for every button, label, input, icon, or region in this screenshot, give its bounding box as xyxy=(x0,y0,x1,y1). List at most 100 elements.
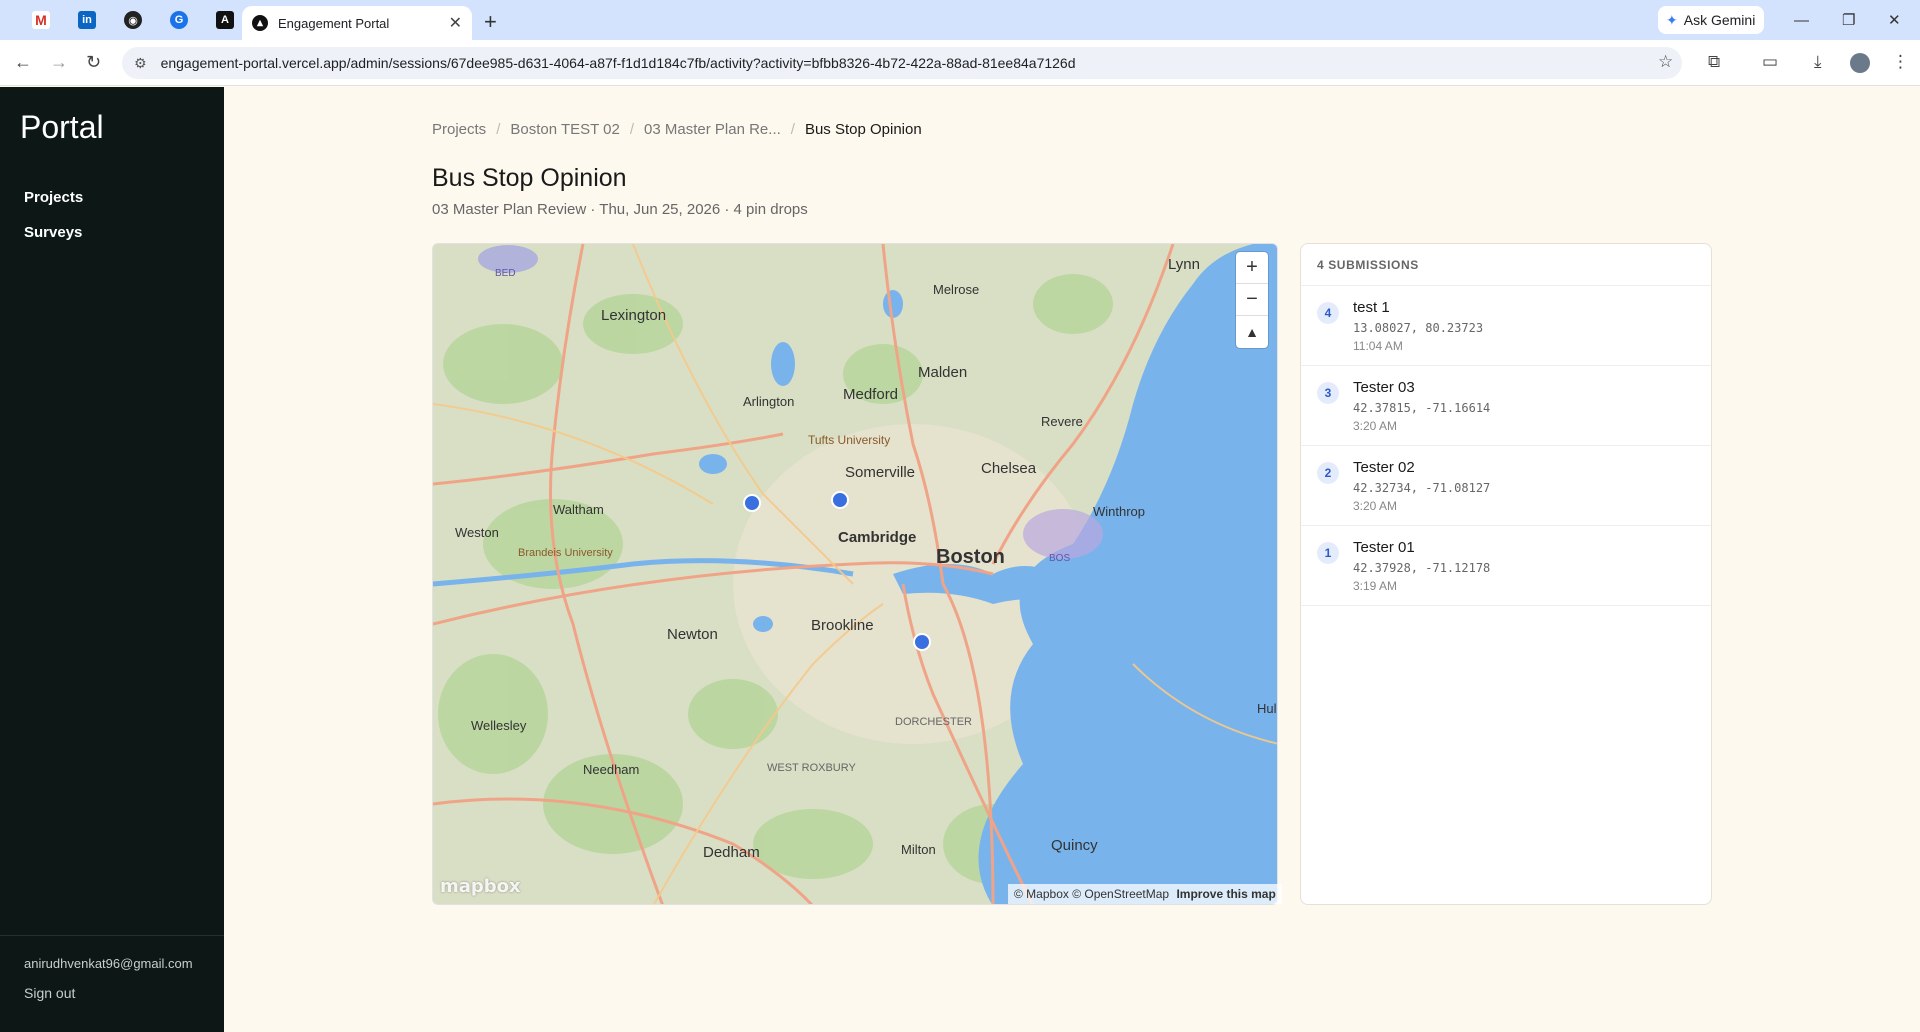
submission-number: 1 xyxy=(1317,542,1339,564)
mapbox-logo[interactable]: mapbox xyxy=(440,876,521,897)
submission-time: 11:04 AM xyxy=(1353,339,1403,353)
submission-row[interactable]: 1 Tester 01 42.37928, -71.12178 3:19 AM xyxy=(1301,526,1711,606)
submission-name: Tester 02 xyxy=(1353,459,1415,476)
new-tab-icon[interactable]: + xyxy=(484,9,497,35)
browser-tab-bar: M in ◉ G A Engagement Portal ✕ + ✦ Ask G… xyxy=(0,0,1920,40)
page-subtitle: 03 Master Plan Review · Thu, Jun 25, 202… xyxy=(432,201,808,218)
download-icon[interactable]: ⤓ xyxy=(1814,52,1822,72)
bookmark-star-icon[interactable]: ☆ xyxy=(1658,52,1673,72)
breadcrumb-session[interactable]: 03 Master Plan Re... xyxy=(644,121,781,138)
gmail-icon: M xyxy=(32,11,50,29)
map-label-revere: Revere xyxy=(1041,414,1083,429)
menu-dots-icon[interactable]: ⋮ xyxy=(1892,52,1909,72)
back-icon[interactable]: ← xyxy=(14,52,32,73)
close-tab-icon[interactable]: ✕ xyxy=(449,13,462,33)
url-text[interactable]: engagement-portal.vercel.app/admin/sessi… xyxy=(161,55,1076,71)
close-window-icon[interactable]: ✕ xyxy=(1888,0,1901,40)
profile-avatar[interactable] xyxy=(1850,53,1870,73)
map-label-arlington: Arlington xyxy=(743,394,794,409)
zoom-in-button[interactable]: + xyxy=(1236,252,1268,284)
zoom-out-button[interactable]: − xyxy=(1236,284,1268,316)
map-label-tufts: Tufts University xyxy=(808,433,890,447)
linkedin-tab[interactable]: in xyxy=(64,0,110,40)
github-tab[interactable]: ◉ xyxy=(110,0,156,40)
map-label-brookline: Brookline xyxy=(811,617,874,634)
map-label-newton: Newton xyxy=(667,626,718,643)
attribution-text[interactable]: © Mapbox © OpenStreetMap xyxy=(1014,887,1169,901)
sidebar-divider xyxy=(0,935,224,936)
breadcrumb-project[interactable]: Boston TEST 02 xyxy=(510,121,620,138)
map-controls: + − ▲ xyxy=(1236,252,1268,348)
breadcrumb-current: Bus Stop Opinion xyxy=(804,121,922,138)
linkedin-icon: in xyxy=(78,11,96,29)
anthropic-icon: A xyxy=(216,11,234,29)
map-label-wellesley: Wellesley xyxy=(471,718,527,733)
restore-icon[interactable]: ❐ xyxy=(1842,0,1855,40)
submission-coords: 42.37928, -71.12178 xyxy=(1353,561,1491,575)
omnibox[interactable]: ⚙ engagement-portal.vercel.app/admin/ses… xyxy=(122,47,1682,79)
site-info-icon[interactable]: ⚙ xyxy=(134,55,147,72)
breadcrumb-separator: / xyxy=(496,121,501,138)
submission-number: 3 xyxy=(1317,382,1339,404)
map-attribution: © Mapbox © OpenStreetMap Improve this ma… xyxy=(1008,884,1282,904)
map-svg: Lexington Melrose Lynn Malden Medford Ar… xyxy=(433,244,1277,904)
breadcrumb-separator: / xyxy=(629,121,635,138)
gmail-tab[interactable]: M xyxy=(18,0,64,40)
tab-title: Engagement Portal xyxy=(278,15,390,31)
submission-name: Tester 01 xyxy=(1353,539,1415,556)
minimize-icon[interactable]: — xyxy=(1794,0,1809,40)
submission-row[interactable]: 3 Tester 03 42.37815, -71.16614 3:20 AM xyxy=(1301,366,1711,446)
map-label-brandeis: Brandeis University xyxy=(518,547,613,559)
map-label-waltham: Waltham xyxy=(553,502,604,517)
map-label-winthrop: Winthrop xyxy=(1093,504,1145,519)
compass-icon[interactable]: ▲ xyxy=(1236,316,1268,348)
reload-icon[interactable]: ↻ xyxy=(86,52,101,73)
sign-out-link[interactable]: Sign out xyxy=(24,985,75,1001)
forward-icon[interactable]: → xyxy=(50,52,68,73)
map-label-bos: BOS xyxy=(1049,553,1070,564)
submission-number: 4 xyxy=(1317,302,1339,324)
ask-gemini-button[interactable]: ✦ Ask Gemini xyxy=(1658,6,1764,34)
map-label-chelsea: Chelsea xyxy=(981,460,1037,477)
map-label-quincy: Quincy xyxy=(1051,837,1098,854)
grammarly-icon: G xyxy=(170,11,188,29)
map-label-hull: Hul xyxy=(1257,701,1277,716)
map-pin[interactable] xyxy=(743,494,761,512)
submission-coords: 42.32734, -71.08127 xyxy=(1353,481,1491,495)
gemini-label: Ask Gemini xyxy=(1683,12,1756,28)
map-pin[interactable] xyxy=(913,633,931,651)
sidebar-item-projects[interactable]: Projects xyxy=(24,189,83,206)
sidebar-item-surveys[interactable]: Surveys xyxy=(24,224,83,241)
submission-coords: 13.08027, 80.23723 xyxy=(1353,321,1484,335)
vercel-icon xyxy=(252,15,268,31)
submission-time: 3:20 AM xyxy=(1353,499,1398,513)
submission-number: 2 xyxy=(1317,462,1339,484)
submission-name: test 1 xyxy=(1353,299,1390,316)
map-label-somerville: Somerville xyxy=(845,464,915,481)
map-label-malden: Malden xyxy=(918,364,967,381)
submissions-header: 4 SUBMISSIONS xyxy=(1301,244,1711,286)
grammarly-tab[interactable]: G xyxy=(156,0,202,40)
sidebar: Portal Projects Surveys anirudhvenkat96@… xyxy=(0,87,224,1032)
user-email: anirudhvenkat96@gmail.com xyxy=(24,956,193,971)
map-canvas[interactable]: Lexington Melrose Lynn Malden Medford Ar… xyxy=(432,243,1278,905)
map-label-lexington: Lexington xyxy=(601,307,666,324)
map-label-bed: BED xyxy=(495,268,516,279)
media-icon[interactable]: ▭ xyxy=(1762,52,1778,72)
map-label-melrose: Melrose xyxy=(933,282,979,297)
brand-logo[interactable]: Portal xyxy=(20,109,104,146)
breadcrumb-projects[interactable]: Projects xyxy=(432,121,486,138)
map-label-west-roxbury: WEST ROXBURY xyxy=(767,762,856,774)
active-tab[interactable]: Engagement Portal ✕ xyxy=(242,6,472,40)
submission-time: 3:20 AM xyxy=(1353,419,1398,433)
submission-row[interactable]: 2 Tester 02 42.32734, -71.08127 3:20 AM xyxy=(1301,446,1711,526)
submission-row[interactable]: 4 test 1 13.08027, 80.23723 11:04 AM xyxy=(1301,286,1711,366)
map-label-boston: Boston xyxy=(936,546,1005,568)
submission-time: 3:19 AM xyxy=(1353,579,1398,593)
map-label-dedham: Dedham xyxy=(703,844,760,861)
sidebar-nav: Projects Surveys xyxy=(24,189,83,259)
map-pin[interactable] xyxy=(831,491,849,509)
map-label-lynn: Lynn xyxy=(1168,256,1200,273)
improve-map-link[interactable]: Improve this map xyxy=(1176,887,1275,901)
extensions-icon[interactable]: ⧉ xyxy=(1708,52,1720,72)
